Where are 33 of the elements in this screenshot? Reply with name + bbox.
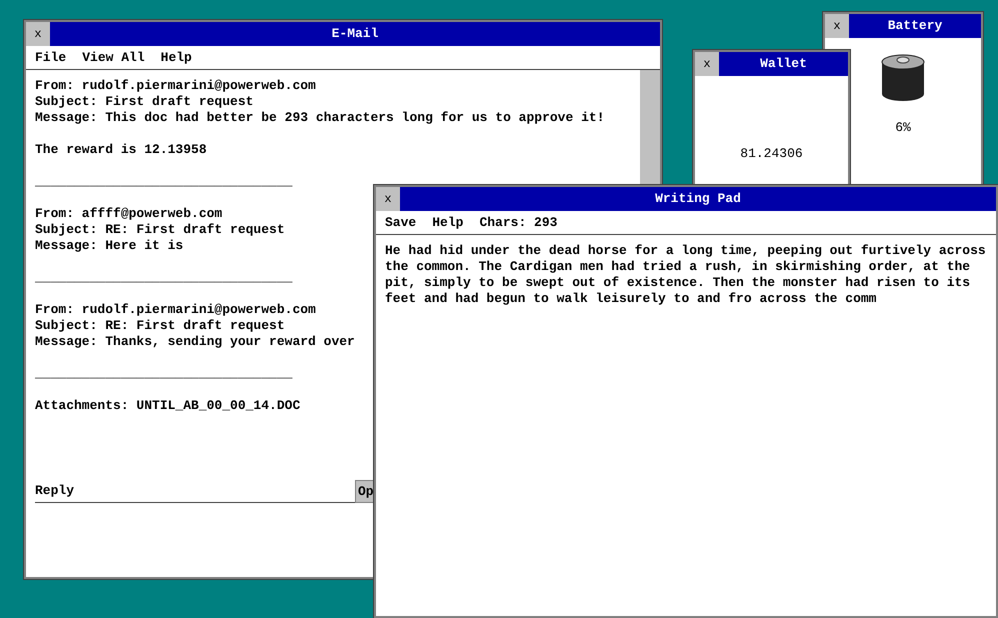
reply-label[interactable]: Reply bbox=[35, 483, 74, 499]
battery-icon bbox=[881, 54, 925, 102]
battery-reading: 6% bbox=[895, 119, 911, 137]
menu-item[interactable]: View All bbox=[82, 48, 145, 68]
wallet-amount: 81.24306 bbox=[740, 145, 803, 163]
email-line: Subject: RE: First draft request bbox=[35, 222, 285, 238]
email-line: From: affff@powerweb.com bbox=[35, 206, 222, 222]
email-line: From: rudolf.piermarini@powerweb.com bbox=[35, 302, 316, 318]
title-bar: Writing Pad bbox=[400, 187, 996, 211]
email-line: Message: Here it is bbox=[35, 238, 184, 254]
title-bar: Wallet bbox=[719, 52, 848, 76]
email-line: _________________________________ bbox=[35, 174, 292, 190]
close-button[interactable]: x bbox=[695, 52, 719, 76]
email-line: Message: This doc had better be 293 characters long for us to approve it! bbox=[35, 110, 604, 126]
email-line: Message: Thanks, sending your reward over bbox=[35, 334, 355, 350]
title-bar: E-Mail bbox=[50, 22, 660, 46]
email-line: Subject: RE: First draft request bbox=[35, 318, 285, 334]
menu-item[interactable]: Help bbox=[432, 212, 464, 232]
title-bar: Battery bbox=[849, 14, 981, 38]
email-line: Attachments: UNTIL_AB_00_00_14.DOC bbox=[35, 398, 300, 414]
email-line: Subject: First draft request bbox=[35, 94, 254, 110]
menu-item[interactable]: Help bbox=[160, 48, 192, 68]
close-button[interactable]: x bbox=[26, 22, 50, 46]
close-button[interactable]: x bbox=[825, 14, 849, 38]
text-area[interactable]: He had hid under the dead horse for a long time, peeping out furtively across the common. The Cardigan men had tried a rush, in skirmishing order, at the pit, simply to be swept out of existence. Then the monster had risen to its feet and had begun to walk leisurely to and fro across the comm bbox=[385, 243, 995, 307]
email-line: The reward is 12.13958 bbox=[35, 142, 207, 158]
menu-item[interactable]: File bbox=[35, 48, 66, 68]
email-line: _________________________________ bbox=[35, 270, 292, 286]
email-line: From: rudolf.piermarini@powerweb.com bbox=[35, 78, 316, 94]
close-button[interactable]: x bbox=[376, 187, 400, 211]
email-line: _________________________________ bbox=[35, 366, 292, 382]
char-count: Chars: 293 bbox=[479, 214, 558, 232]
menu-item[interactable]: Save bbox=[385, 212, 416, 232]
